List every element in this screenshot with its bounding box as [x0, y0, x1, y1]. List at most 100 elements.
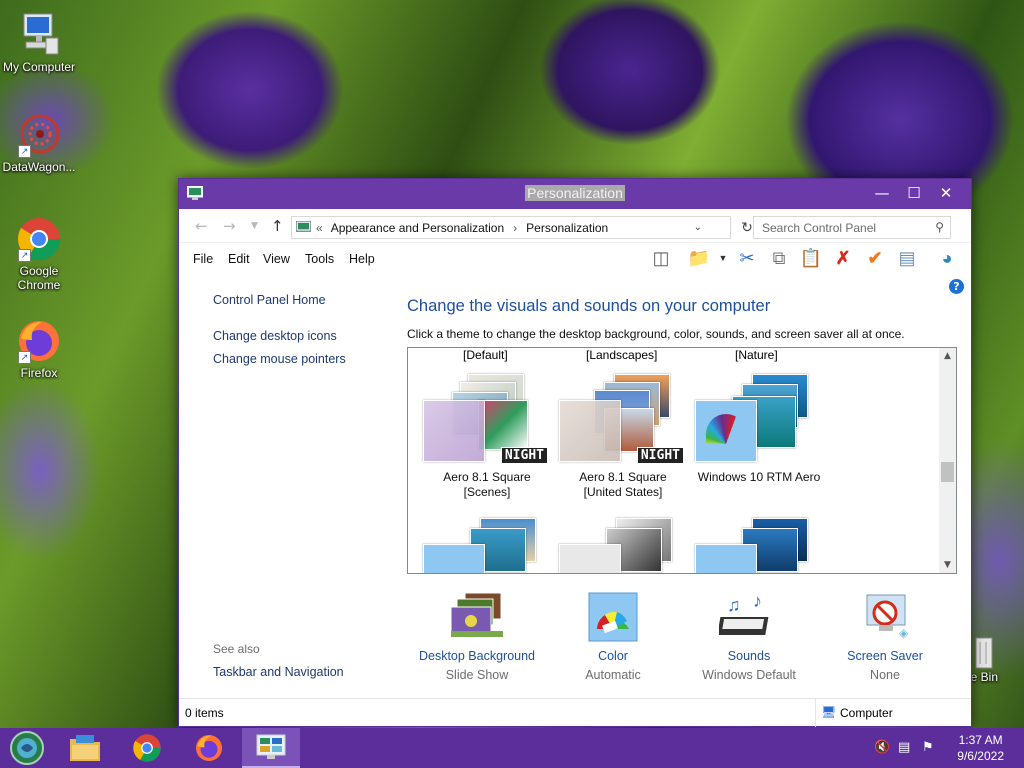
sounds-item[interactable]: ♫ ♪ Sounds Windows Default: [679, 591, 819, 682]
color-item[interactable]: Color Automatic: [543, 591, 683, 682]
see-also-label: See also: [213, 642, 260, 656]
taskbar-firefox[interactable]: [184, 731, 234, 765]
address-chevrons[interactable]: «: [316, 221, 323, 235]
help-icon[interactable]: ?: [949, 279, 964, 294]
desktop-background-value: Slide Show: [445, 668, 509, 682]
status-location: Computer: [840, 706, 893, 720]
delete-icon[interactable]: ✗: [831, 247, 855, 269]
color-label[interactable]: Color: [543, 649, 683, 663]
sounds-value: Windows Default: [702, 668, 796, 682]
theme-row2-item3[interactable]: [694, 512, 824, 573]
maximize-button[interactable]: ☐: [897, 181, 931, 205]
link-control-panel-home[interactable]: Control Panel Home: [213, 293, 326, 307]
theme-list[interactable]: [Default] [Landscapes] [Nature] NIGHT Ae…: [407, 347, 957, 574]
desktop-icon-datawagon[interactable]: ↗ DataWagon...: [1, 112, 77, 174]
recent-dropdown-icon[interactable]: ▼: [251, 221, 258, 231]
pane-layout-icon[interactable]: ◫: [649, 247, 673, 269]
apply-check-icon[interactable]: ✔: [863, 247, 887, 269]
desktop-icon-label: DataWagon...: [2, 160, 76, 174]
screen-saver-label[interactable]: Screen Saver: [815, 649, 955, 663]
breadcrumb-personalization[interactable]: Personalization: [526, 221, 608, 235]
desktop-background-label[interactable]: Desktop Background: [407, 649, 547, 663]
firefox-icon: ↗: [16, 318, 62, 364]
clock-time: 1:37 AM: [958, 733, 1003, 747]
chrome-icon: ↗: [16, 216, 62, 262]
volume-muted-icon[interactable]: 🔇: [874, 740, 890, 755]
clock-date: 9/6/2022: [957, 749, 1004, 763]
status-computer-icon: 🖥: [821, 705, 837, 719]
scroll-up-icon[interactable]: ▲: [939, 351, 956, 361]
taskbar-control-panel[interactable]: [242, 728, 300, 768]
svg-text:♪: ♪: [753, 591, 762, 611]
theme-row2-item1[interactable]: [422, 512, 552, 573]
copy-icon[interactable]: ⧉: [767, 247, 791, 269]
firefox-icon: [195, 734, 223, 762]
title-bar[interactable]: Personalization — ☐ ✕: [179, 179, 971, 209]
theme-row2-item2[interactable]: [558, 512, 688, 573]
sounds-label[interactable]: Sounds: [679, 649, 819, 663]
link-taskbar-navigation[interactable]: Taskbar and Navigation: [213, 665, 344, 679]
theme-aero-united-states[interactable]: NIGHT Aero 8.1 Square [United States]: [558, 368, 688, 499]
svg-text:♫: ♫: [727, 595, 741, 615]
desktop-icon-recycle-bin[interactable]: le Bin: [968, 630, 1024, 684]
page-heading: Change the visuals and sounds on your co…: [407, 297, 771, 315]
personalization-window: Personalization — ☐ ✕ ← → ▼ ↑ « Appearan…: [178, 178, 972, 727]
network-globe-icon[interactable]: ◕: [935, 247, 959, 269]
theme-aero-scenes[interactable]: NIGHT Aero 8.1 Square [Scenes]: [422, 368, 552, 499]
scroll-down-icon[interactable]: ▼: [939, 560, 956, 570]
menu-help[interactable]: Help: [349, 252, 375, 266]
taskbar-file-explorer[interactable]: [60, 731, 110, 765]
search-icon[interactable]: ⚲: [935, 220, 944, 234]
menu-file[interactable]: File: [193, 252, 213, 266]
desktop-icon-my-computer[interactable]: My Computer: [1, 12, 77, 74]
theme-group-label: [Nature]: [735, 348, 778, 362]
address-dropdown-icon[interactable]: ⌄: [694, 222, 702, 233]
address-row: ← → ▼ ↑ « Appearance and Personalization…: [179, 209, 971, 243]
theme-windows-10-rtm-aero[interactable]: Windows 10 RTM Aero: [694, 368, 824, 484]
cut-icon[interactable]: ✂: [735, 247, 759, 269]
search-input[interactable]: Search Control Panel ⚲: [753, 216, 951, 239]
taskbar-clock[interactable]: 1:37 AM 9/6/2022: [957, 732, 1004, 764]
desktop-icon-chrome[interactable]: ↗ Google Chrome: [1, 216, 77, 292]
screen-saver-item[interactable]: ◈ Screen Saver None: [815, 591, 955, 682]
desktop-icon-firefox[interactable]: ↗ Firefox: [1, 318, 77, 380]
properties-icon[interactable]: ▤: [895, 247, 919, 269]
minimize-button[interactable]: —: [865, 181, 899, 205]
forward-arrow-icon[interactable]: →: [223, 217, 236, 235]
menu-view[interactable]: View: [263, 252, 290, 266]
theme-thumbnail: NIGHT: [558, 368, 688, 464]
menu-edit[interactable]: Edit: [228, 252, 250, 266]
theme-name: Windows 10 RTM Aero: [697, 470, 821, 484]
desktop-background-item[interactable]: Desktop Background Slide Show: [407, 591, 547, 682]
taskbar-chrome[interactable]: [122, 731, 172, 765]
theme-thumbnail: [694, 368, 824, 464]
menu-bar: File Edit View Tools Help ◫ 📁 ▼ ✂ ⧉ 📋 ✗ …: [179, 243, 971, 273]
close-button[interactable]: ✕: [929, 181, 963, 205]
color-value: Automatic: [585, 668, 641, 682]
start-button[interactable]: [2, 731, 52, 765]
action-center-icon[interactable]: ⚑: [922, 740, 934, 755]
start-orb-icon: [10, 731, 44, 765]
scroll-thumb[interactable]: [941, 462, 954, 482]
link-change-desktop-icons[interactable]: Change desktop icons: [213, 329, 337, 343]
up-arrow-icon[interactable]: ↑: [271, 217, 284, 235]
link-change-mouse-pointers[interactable]: Change mouse pointers: [213, 352, 346, 366]
folder-options-icon[interactable]: 📁: [687, 247, 711, 269]
theme-name: Aero 8.1 Square: [579, 470, 667, 484]
page-subtext: Click a theme to change the desktop back…: [407, 327, 905, 341]
sounds-keyboard-icon: ♫ ♪: [717, 591, 779, 643]
dropdown-arrow-icon[interactable]: ▼: [711, 247, 735, 269]
theme-group-label: [Default]: [463, 348, 508, 362]
theme-badge: NIGHT: [500, 447, 548, 464]
theme-list-scrollbar[interactable]: ▲ ▼: [939, 348, 956, 573]
theme-badge: NIGHT: [636, 447, 684, 464]
paste-icon[interactable]: 📋: [799, 247, 823, 269]
address-bar[interactable]: « Appearance and Personalization › Perso…: [291, 216, 753, 239]
back-arrow-icon[interactable]: ←: [195, 217, 208, 235]
menu-tools[interactable]: Tools: [305, 252, 334, 266]
breadcrumb-appearance[interactable]: Appearance and Personalization: [331, 221, 504, 235]
network-icon[interactable]: ▤: [898, 740, 910, 755]
theme-name-sub: [Scenes]: [463, 485, 511, 499]
theme-name-sub: [United States]: [583, 485, 663, 499]
breadcrumb-separator: ›: [513, 220, 518, 235]
